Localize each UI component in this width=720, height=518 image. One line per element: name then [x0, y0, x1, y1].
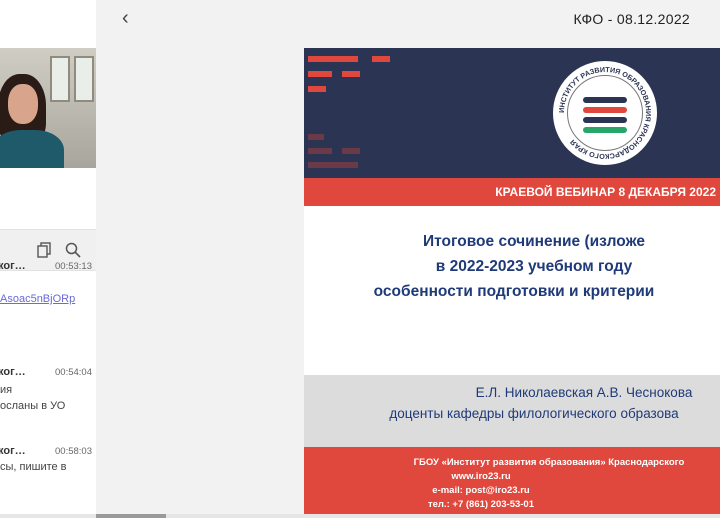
book-icon	[583, 97, 627, 103]
authors-block: Е.Л. Николаевская А.В. Чеснокова доценты…	[304, 375, 720, 447]
footer-line: тел.: +7 (861) 203-53-01	[427, 499, 534, 510]
chat-message: ког… 00:58:03 сы, пишите в	[0, 445, 96, 485]
slide-title-line: Итоговое сочинение (изложе	[423, 233, 645, 250]
presentation-area: ‹ КФО - 08.12.2022 ИНСТИТУТ РАЗВИТИЯ ОБР…	[96, 0, 720, 518]
book-icon	[583, 107, 627, 113]
slide-title-line: в 2022-2023 учебном году	[435, 258, 633, 275]
copy-icon[interactable]	[36, 241, 54, 259]
page-title: КФО - 08.12.2022	[573, 11, 690, 27]
message-link[interactable]: Asoac5nBjORp	[0, 293, 75, 305]
presentation-slide: ИНСТИТУТ РАЗВИТИЯ ОБРАЗОВАНИЯ КРАСНОДАРС…	[304, 48, 720, 514]
book-icon	[583, 127, 627, 133]
message-text: осланы в УО	[0, 400, 66, 412]
speaker-video[interactable]	[0, 48, 96, 168]
speaker-body	[0, 130, 64, 168]
back-button[interactable]: ‹	[122, 7, 129, 29]
authors-names: Е.Л. Николаевская А.В. Чеснокова	[475, 385, 693, 400]
search-chat-icon[interactable]	[64, 241, 82, 259]
scrollbar-thumb[interactable]	[96, 514, 166, 518]
video-window-frame	[74, 56, 94, 102]
webinar-band-text: КРАЕВОЙ ВЕБИНАР 8 ДЕКАБРЯ 2022	[495, 185, 716, 199]
chat-message: ког… 00:53:13 Asoac5nBjORp	[0, 260, 96, 310]
webinar-window: ког… 00:53:13 Asoac5nBjORp ког… 00:54:04…	[0, 0, 720, 518]
decor-bar	[372, 56, 390, 62]
chat-message: ког… 00:54:04 ия осланы в УО	[0, 366, 96, 416]
slide-header: ИНСТИТУТ РАЗВИТИЯ ОБРАЗОВАНИЯ КРАСНОДАРС…	[304, 48, 720, 178]
message-author: ког…	[0, 260, 26, 272]
decor-bar	[308, 162, 358, 168]
message-author: ког…	[0, 366, 26, 378]
chat-panel: ког… 00:53:13 Asoac5nBjORp ког… 00:54:04…	[0, 0, 96, 518]
speaker-face	[8, 84, 38, 124]
decor-bar	[308, 134, 324, 140]
message-time: 00:54:04	[55, 367, 92, 378]
book-icon	[583, 117, 627, 123]
logo-inner-ring	[567, 75, 643, 151]
footer-line: ГБОУ «Институт развития образования» Кра…	[413, 457, 685, 468]
slide-footer: ГБОУ «Институт развития образования» Кра…	[304, 447, 720, 514]
decor-bar	[308, 86, 326, 92]
decor-bar	[342, 148, 360, 154]
institute-logo: ИНСТИТУТ РАЗВИТИЯ ОБРАЗОВАНИЯ КРАСНОДАРС…	[550, 58, 660, 168]
message-author: ког…	[0, 445, 26, 457]
message-time: 00:53:13	[55, 261, 92, 272]
decor-bar	[308, 56, 358, 62]
message-time: 00:58:03	[55, 446, 92, 457]
message-text: ия	[0, 384, 13, 396]
authors-position: доценты кафедры филологического образова	[389, 406, 679, 421]
video-window-frame	[50, 56, 70, 102]
decor-bar	[308, 71, 332, 77]
decor-bar	[308, 148, 332, 154]
footer-line: www.iro23.ru	[451, 471, 511, 482]
slide-title-line: особенности подготовки и критерии	[373, 283, 655, 300]
footer-line: e-mail: post@iro23.ru	[432, 485, 530, 496]
decor-bar	[342, 71, 360, 77]
message-text: сы, пишите в	[0, 461, 67, 473]
webinar-band: КРАЕВОЙ ВЕБИНАР 8 ДЕКАБРЯ 2022	[304, 178, 720, 206]
